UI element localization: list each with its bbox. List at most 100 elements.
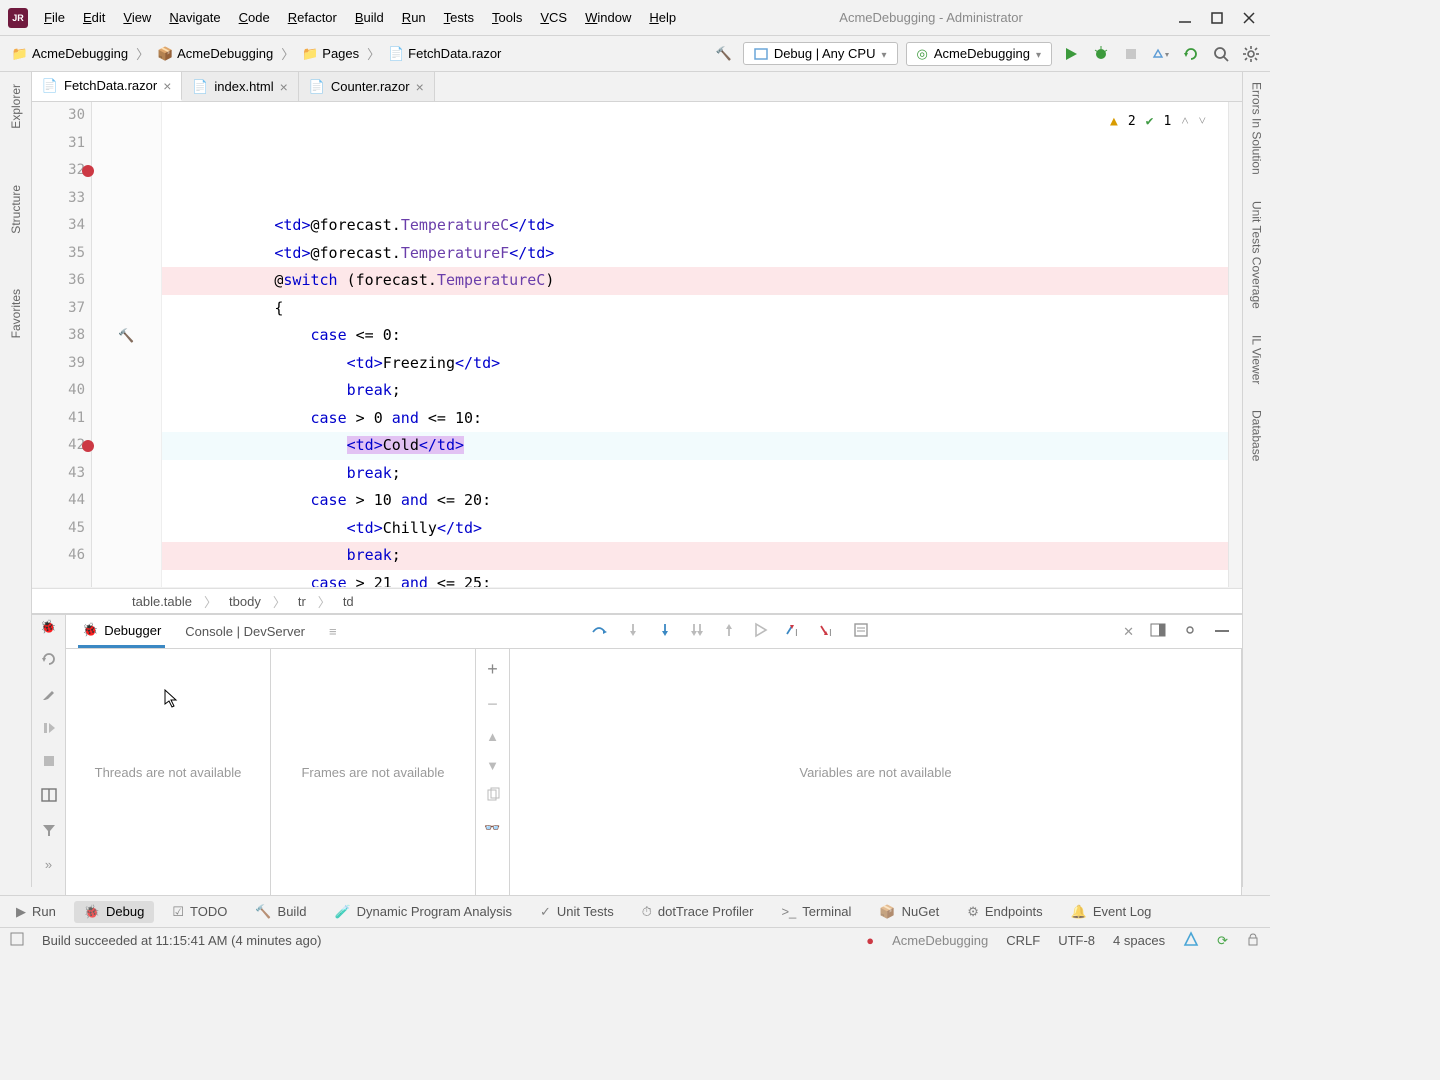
deploy-icon[interactable] [1183, 931, 1199, 950]
tool-event-log[interactable]: 🔔Event Log [1061, 901, 1162, 923]
tool-terminal[interactable]: >_Terminal [771, 901, 861, 922]
code-line[interactable]: case <= 0: [162, 322, 1242, 350]
editor-tab[interactable]: 📄Counter.razor× [299, 72, 435, 101]
search-button[interactable] [1210, 43, 1232, 65]
step-over-button[interactable] [591, 622, 609, 641]
menu-tests[interactable]: Tests [436, 6, 482, 29]
maximize-button[interactable] [1210, 11, 1224, 25]
sync-icon[interactable]: ⟳ [1217, 933, 1228, 949]
line-gutter[interactable]: 3031323334353637383940414243444546 [32, 102, 92, 587]
thread-list-icon[interactable]: ≡ [329, 624, 337, 639]
error-icon[interactable]: ● [866, 933, 874, 948]
tool-favorites[interactable]: Favorites [9, 285, 23, 342]
step-out-button[interactable] [721, 622, 737, 641]
chevron-up-icon[interactable]: ˄ [1181, 108, 1188, 136]
line-number[interactable]: 32 [32, 157, 91, 185]
menu-refactor[interactable]: Refactor [280, 6, 345, 29]
more-actions-button[interactable] [1150, 43, 1172, 65]
add-watch-button[interactable]: + [487, 659, 498, 680]
more-button[interactable]: » [45, 857, 52, 872]
project-selector[interactable]: ◎ AcmeDebugging [906, 42, 1053, 66]
menu-window[interactable]: Window [577, 6, 639, 29]
status-eol[interactable]: CRLF [1006, 933, 1040, 948]
run-config-selector[interactable]: Debug | Any CPU [743, 42, 898, 65]
nav-down-button[interactable]: ▼ [486, 758, 499, 773]
element-crumb[interactable]: td [343, 594, 354, 609]
tool-endpoints[interactable]: ⚙Endpoints [957, 901, 1052, 923]
close-tab-button[interactable]: × [163, 78, 171, 94]
force-step-into-button[interactable] [657, 622, 673, 641]
run-button[interactable] [1060, 43, 1082, 65]
code-line[interactable]: <td>Freezing</td> [162, 350, 1242, 378]
line-number[interactable]: 43 [32, 460, 91, 488]
evaluate-button[interactable]: I [785, 622, 803, 641]
settings-button[interactable] [1240, 43, 1262, 65]
menu-build[interactable]: Build [347, 6, 392, 29]
debugger-tab[interactable]: 🐞 Debugger [78, 615, 165, 648]
layout-button[interactable] [41, 787, 57, 806]
debug-button[interactable] [1090, 43, 1112, 65]
code-line[interactable]: <td>Chilly</td> [162, 515, 1242, 543]
inspection-widget[interactable]: ▲ 2 ✔ 1 ˄ ˅ [1104, 106, 1212, 138]
code-line[interactable]: <td>Cold</td> [162, 432, 1242, 460]
tool-explorer[interactable]: Explorer [9, 80, 23, 133]
menu-help[interactable]: Help [641, 6, 684, 29]
filter-button[interactable] [41, 822, 57, 841]
close-panel-button[interactable]: ✕ [1123, 624, 1134, 640]
tool-unit-tests-coverage[interactable]: Unit Tests Coverage [1250, 199, 1264, 311]
breadcrumb-item[interactable]: 📁Pages [298, 44, 363, 64]
line-number[interactable]: 30 [32, 102, 91, 130]
hide-panel-button[interactable] [1214, 624, 1230, 639]
refresh-button[interactable] [1180, 43, 1202, 65]
code-line[interactable]: case > 0 and <= 10: [162, 405, 1242, 433]
step-into-button[interactable] [625, 622, 641, 641]
marker-gutter[interactable] [92, 102, 162, 587]
chevron-down-icon[interactable]: ˅ [1199, 108, 1206, 136]
line-number[interactable]: 33 [32, 185, 91, 213]
menu-view[interactable]: View [115, 6, 159, 29]
editor-tab[interactable]: 📄FetchData.razor× [32, 72, 182, 101]
panel-settings-button[interactable] [1182, 622, 1198, 641]
tool-run[interactable]: ▶Run [6, 901, 66, 923]
lock-icon[interactable] [1246, 932, 1260, 949]
dock-button[interactable] [1150, 623, 1166, 640]
menu-tools[interactable]: Tools [484, 6, 530, 29]
line-number[interactable]: 34 [32, 212, 91, 240]
status-encoding[interactable]: UTF-8 [1058, 933, 1095, 948]
menu-run[interactable]: Run [394, 6, 434, 29]
minimize-button[interactable] [1178, 11, 1192, 25]
code-line[interactable]: <td>@forecast.TemperatureC</td> [162, 212, 1242, 240]
editor-tab[interactable]: 📄index.html× [182, 72, 298, 101]
close-button[interactable] [1242, 11, 1256, 25]
code-line[interactable]: case > 21 and <= 25: [162, 570, 1242, 588]
line-number[interactable]: 39 [32, 350, 91, 378]
error-stripe[interactable] [1228, 102, 1242, 587]
line-number[interactable]: 44 [32, 487, 91, 515]
debug-icon[interactable]: 🐞 [40, 619, 56, 635]
rerun-button[interactable] [41, 651, 57, 670]
tool-errors-in-solution[interactable]: Errors In Solution [1250, 80, 1264, 177]
status-indent[interactable]: 4 spaces [1113, 933, 1165, 948]
copy-button[interactable] [485, 787, 501, 806]
resume-button[interactable] [42, 721, 56, 738]
menu-file[interactable]: File [36, 6, 73, 29]
code-line[interactable]: break; [162, 542, 1242, 570]
breadcrumb-item[interactable]: 📁AcmeDebugging [8, 44, 132, 64]
line-number[interactable]: 31 [32, 130, 91, 158]
tool-debug[interactable]: 🐞Debug [74, 901, 155, 923]
element-crumb[interactable]: table.table [132, 594, 192, 609]
menu-vcs[interactable]: VCS [532, 6, 575, 29]
code-line[interactable]: break; [162, 460, 1242, 488]
element-crumb[interactable]: tbody [229, 594, 261, 609]
tool-il-viewer[interactable]: IL Viewer [1250, 333, 1264, 386]
line-number[interactable]: 42 [32, 432, 91, 460]
smart-step-into-button[interactable] [689, 622, 705, 641]
trace-button[interactable]: I [819, 622, 837, 641]
menu-code[interactable]: Code [231, 6, 278, 29]
status-project[interactable]: AcmeDebugging [892, 933, 988, 948]
code-line[interactable]: case > 10 and <= 20: [162, 487, 1242, 515]
tool-nuget[interactable]: 📦NuGet [869, 901, 949, 923]
tool-unit-tests[interactable]: ✓Unit Tests [530, 901, 624, 923]
run-to-cursor-button[interactable] [753, 622, 769, 641]
remove-watch-button[interactable]: − [487, 694, 498, 715]
